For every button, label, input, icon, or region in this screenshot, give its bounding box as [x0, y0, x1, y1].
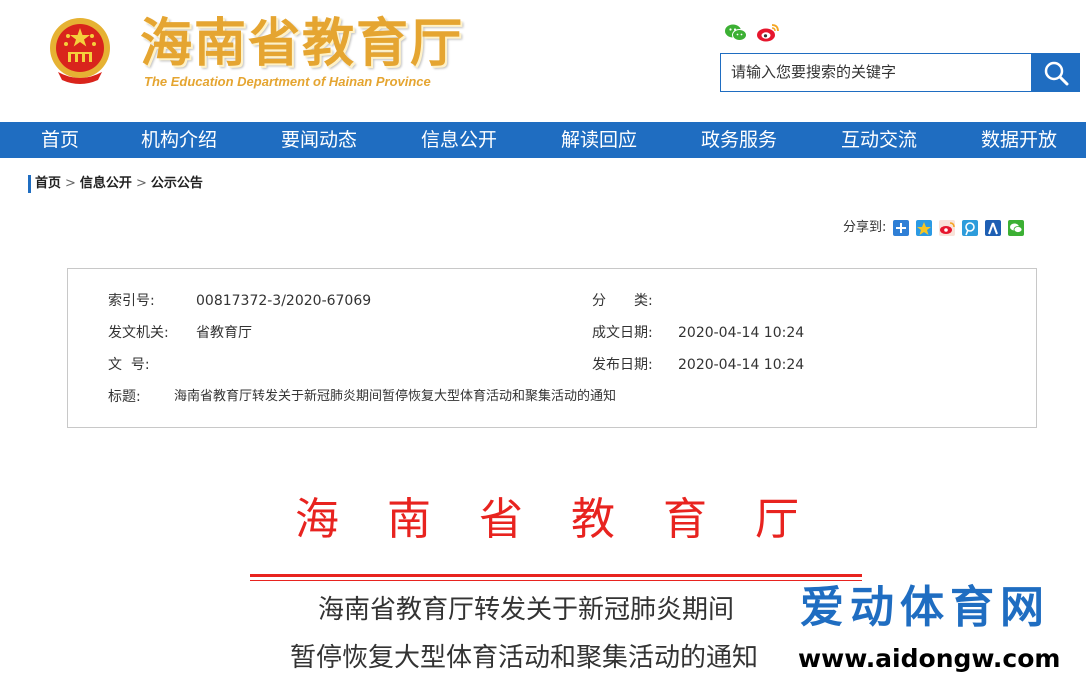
page-header: 海南省教育厅 The Education Department of Haina…	[0, 0, 1086, 122]
doc-number-label: 文 号:	[108, 357, 150, 373]
watermark-url: www.aidongw.com	[798, 644, 1061, 673]
site-title: 海南省教育厅	[140, 13, 465, 74]
nav-item-home[interactable]: 首页	[41, 122, 79, 158]
qzone-share-icon[interactable]	[893, 220, 910, 236]
weibo-icon[interactable]	[756, 22, 780, 44]
nav-item-interpretation[interactable]: 解读回应	[561, 122, 637, 158]
document-info-box: 索引号: 00817372-3/2020-67069 分 类: 发文机关: 省教…	[67, 268, 1037, 428]
nav-item-info-disclosure[interactable]: 信息公开	[421, 122, 497, 158]
title-label: 标题:	[108, 389, 141, 405]
nav-item-interaction[interactable]: 互动交流	[841, 122, 917, 158]
created-date-value: 2020-04-14 10:24	[678, 325, 805, 341]
wechat-icon[interactable]	[724, 22, 748, 44]
nav-item-services[interactable]: 政务服务	[701, 122, 777, 158]
share-bar: 分享到:	[843, 219, 1025, 237]
main-nav: 首页 机构介绍 要闻动态 信息公开 解读回应 政务服务 互动交流 数据开放	[0, 122, 1086, 158]
weibo-share-icon[interactable]	[939, 220, 956, 236]
breadcrumb-announcements[interactable]: 公示公告	[151, 176, 203, 191]
site-subtitle: The Education Department of Hainan Provi…	[144, 74, 431, 89]
created-date-label: 成文日期:	[592, 325, 653, 341]
breadcrumb-info-disclosure[interactable]: 信息公开	[80, 176, 132, 191]
title-value: 海南省教育厅转发关于新冠肺炎期间暂停恢复大型体育活动和聚集活动的通知	[174, 389, 617, 404]
social-links	[724, 22, 780, 44]
published-date-label: 发布日期:	[592, 357, 653, 373]
nav-item-organization[interactable]: 机构介绍	[141, 122, 217, 158]
document-title-line1: 海南省教育厅转发关于新冠肺炎期间	[318, 595, 735, 625]
wechat-share-icon[interactable]	[1008, 220, 1025, 236]
red-divider-thin-line	[250, 580, 862, 581]
nav-item-open-data[interactable]: 数据开放	[981, 122, 1057, 158]
renren-share-icon[interactable]	[985, 220, 1002, 236]
breadcrumb: 首页 > 信息公开 > 公示公告	[28, 175, 203, 193]
national-emblem-icon	[50, 18, 110, 84]
published-date-value: 2020-04-14 10:24	[678, 357, 805, 373]
watermark-text: 爱动体育网	[800, 582, 1050, 633]
share-label: 分享到:	[843, 220, 887, 235]
issuer-label: 发文机关:	[108, 325, 169, 341]
breadcrumb-separator: >	[65, 176, 76, 191]
tencent-weibo-share-icon[interactable]	[962, 220, 979, 236]
breadcrumb-home[interactable]: 首页	[35, 176, 61, 191]
nav-item-news[interactable]: 要闻动态	[281, 122, 357, 158]
search-icon	[1044, 61, 1068, 85]
search-input[interactable]: 请输入您要搜索的关键字	[720, 53, 1032, 92]
category-label: 分 类:	[592, 293, 653, 309]
breadcrumb-separator: >	[135, 176, 147, 191]
search-button[interactable]	[1031, 53, 1080, 92]
index-value: 00817372-3/2020-67069	[196, 293, 372, 309]
document-title-line2: 暂停恢复大型体育活动和聚集活动的通知	[290, 643, 759, 673]
red-divider-line	[250, 574, 862, 577]
qq-space-share-icon[interactable]	[916, 220, 933, 236]
issuer-value: 省教育厅	[196, 325, 252, 341]
document-red-header: 海南省教育厅	[295, 494, 847, 545]
index-label: 索引号:	[108, 293, 155, 309]
